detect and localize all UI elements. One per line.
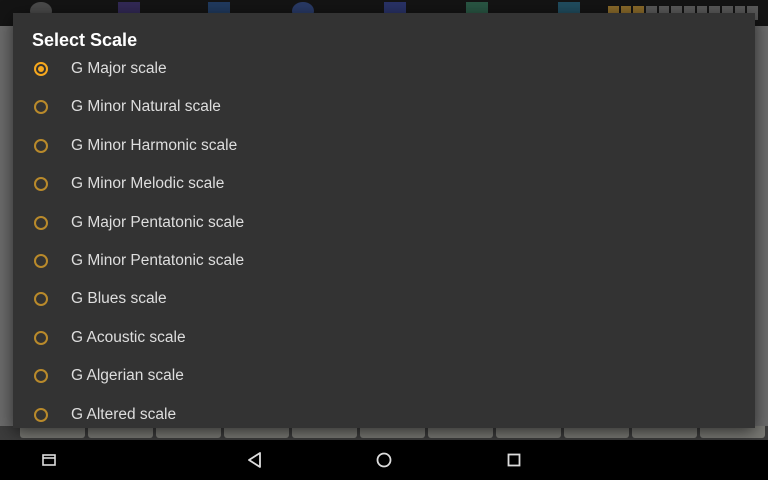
- scale-option-label: G Minor Melodic scale: [71, 175, 225, 193]
- radio-button[interactable]: [34, 62, 48, 76]
- scale-option-label: G Blues scale: [71, 290, 167, 308]
- scale-option-label: G Algerian scale: [71, 367, 184, 385]
- scale-option[interactable]: G Algerian scale: [13, 358, 755, 396]
- radio-button[interactable]: [34, 369, 48, 384]
- radio-button[interactable]: [34, 215, 48, 230]
- radio-button[interactable]: [34, 138, 48, 153]
- scale-option[interactable]: G Minor Melodic scale: [13, 166, 755, 204]
- home-icon[interactable]: [372, 448, 396, 472]
- scale-option-label: G Minor Harmonic scale: [71, 136, 238, 154]
- scale-option-label: G Major scale: [71, 60, 167, 77]
- scale-option[interactable]: G Blues scale: [13, 281, 755, 319]
- radio-button[interactable]: [34, 330, 48, 345]
- scale-option[interactable]: G Major Pentatonic scale: [13, 205, 755, 243]
- scale-option[interactable]: G Minor Natural scale: [13, 89, 755, 127]
- scale-option[interactable]: G Minor Harmonic scale: [13, 128, 755, 166]
- radio-button[interactable]: [34, 407, 48, 422]
- recents-icon[interactable]: [37, 448, 61, 472]
- scale-option[interactable]: G Altered scale: [13, 397, 755, 428]
- dialog-title: Select Scale: [32, 30, 138, 50]
- piano-keys[interactable]: [0, 426, 768, 440]
- scale-option[interactable]: G Minor Pentatonic scale: [13, 243, 755, 281]
- radio-button[interactable]: [34, 100, 48, 115]
- scale-option-label: G Acoustic scale: [71, 328, 186, 346]
- radio-button[interactable]: [34, 254, 48, 268]
- select-scale-dialog: Select Scale G Major scale G Minor Natura…: [13, 13, 755, 428]
- navigation-bar: [0, 440, 768, 480]
- radio-button[interactable]: [34, 177, 48, 192]
- radio-button[interactable]: [34, 292, 48, 307]
- back-icon[interactable]: [243, 448, 267, 472]
- scale-option-label: G Minor Pentatonic scale: [71, 252, 245, 269]
- scale-option-label: G Altered scale: [71, 405, 177, 423]
- overview-icon[interactable]: [502, 448, 526, 472]
- scale-option-label: G Minor Natural scale: [71, 98, 221, 116]
- scale-option[interactable]: G Major scale: [13, 51, 755, 89]
- scale-option-label: G Major Pentatonic scale: [71, 213, 245, 231]
- scale-option[interactable]: G Acoustic scale: [13, 320, 755, 358]
